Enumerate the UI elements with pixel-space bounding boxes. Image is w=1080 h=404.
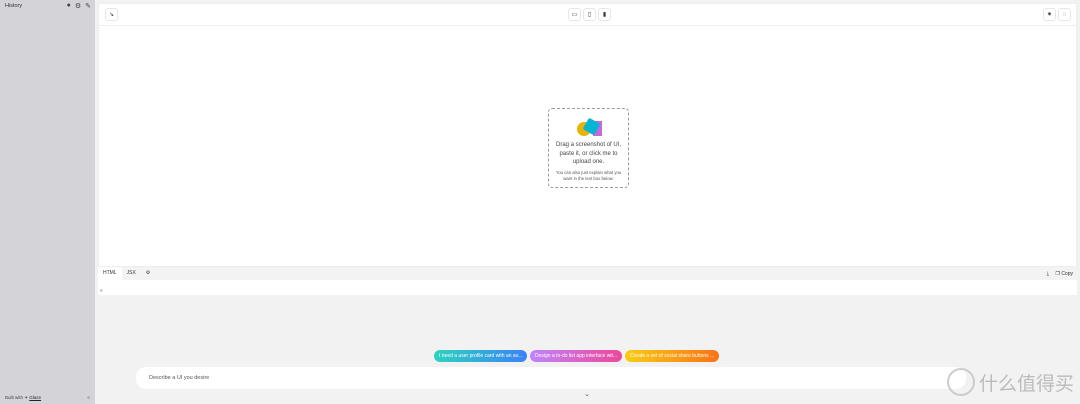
theme-icon[interactable]: ✷ xyxy=(1043,8,1056,21)
app-logo-icon xyxy=(573,117,605,137)
desktop-view-icon[interactable]: ▭ xyxy=(568,8,581,21)
built-with: Built with ✦ Glaze xyxy=(5,395,42,400)
built-with-text: Built with xyxy=(5,395,24,400)
expand-chevrons-icon[interactable]: ⌄ xyxy=(584,390,590,398)
suggestion-chip[interactable]: I need a user profile card with an av... xyxy=(434,350,528,362)
history-title: History xyxy=(5,3,23,9)
dropzone-title: Drag a screenshot of UI, paste it, or cl… xyxy=(555,142,622,165)
collapse-sidebar-button[interactable]: « xyxy=(87,395,90,401)
prompt-input[interactable]: Describe a UI you desire xyxy=(136,367,966,389)
chat-icon[interactable]: ◌ xyxy=(1058,8,1071,21)
settings-icon[interactable]: ⚙ xyxy=(141,267,155,280)
watermark-text: 什么值得买 xyxy=(978,372,1074,395)
suggestion-chip[interactable]: Create a set of social share buttons ... xyxy=(625,350,720,362)
sidebar: History ● ⚙ ✎ Built with ✦ Glaze « xyxy=(0,0,95,404)
tablet-view-icon[interactable]: ▯ xyxy=(583,8,596,21)
suggestion-chip[interactable]: Design a to-do list app interface wit... xyxy=(530,350,623,362)
copy-label: Copy xyxy=(1061,270,1073,277)
watermark: 什么值得买 xyxy=(946,368,1074,396)
glaze-link[interactable]: Glaze xyxy=(29,395,41,400)
preview-panel: ↘ ▭ ▯ ▮ ✷ ◌ Drag a screenshot of UI, pas… xyxy=(98,3,1077,267)
code-line-marker: « xyxy=(100,288,103,294)
new-chat-icon[interactable]: ✎ xyxy=(85,2,91,10)
copy-button[interactable]: ❐ Copy xyxy=(1055,271,1073,277)
mobile-view-icon[interactable]: ▮ xyxy=(598,8,611,21)
download-icon[interactable]: ⤓ xyxy=(1047,271,1049,277)
tab-jsx[interactable]: JSX xyxy=(122,267,141,280)
tab-html[interactable]: HTML xyxy=(98,267,122,280)
pointer-icon[interactable]: ↘ xyxy=(105,8,118,21)
dropzone-subtitle: You can also just explain what you want … xyxy=(555,169,622,181)
github-icon[interactable]: ● xyxy=(67,2,71,10)
gear-icon[interactable]: ⚙ xyxy=(75,2,81,10)
code-panel: HTML JSX ⚙ ⤓ ❐ Copy « xyxy=(98,267,1077,295)
upload-dropzone[interactable]: Drag a screenshot of UI, paste it, or cl… xyxy=(548,108,629,188)
